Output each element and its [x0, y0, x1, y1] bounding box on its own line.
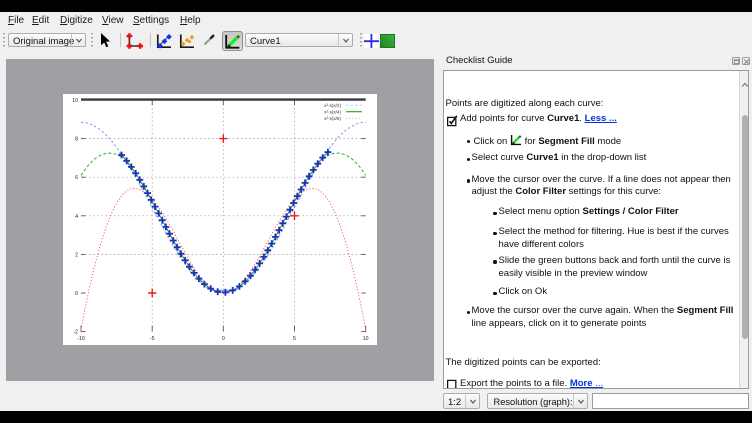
- svg-text:x²·s(x/4): x²·s(x/4): [324, 110, 341, 115]
- svg-text:x²·s(x/2): x²·s(x/2): [324, 103, 341, 108]
- svg-text:-5: -5: [150, 336, 155, 342]
- svg-text:2: 2: [75, 252, 78, 258]
- svg-text:0: 0: [75, 291, 78, 297]
- svg-text:-2: -2: [73, 330, 78, 336]
- svg-text:-10: -10: [77, 336, 85, 342]
- svg-text:6: 6: [75, 175, 78, 181]
- svg-text:10: 10: [72, 98, 78, 104]
- svg-text:0: 0: [222, 336, 225, 342]
- svg-text:5: 5: [293, 336, 296, 342]
- svg-text:8: 8: [75, 137, 78, 143]
- svg-text:x²·s(x/5): x²·s(x/5): [324, 116, 341, 121]
- svg-text:4: 4: [75, 214, 78, 220]
- svg-text:10: 10: [363, 336, 369, 342]
